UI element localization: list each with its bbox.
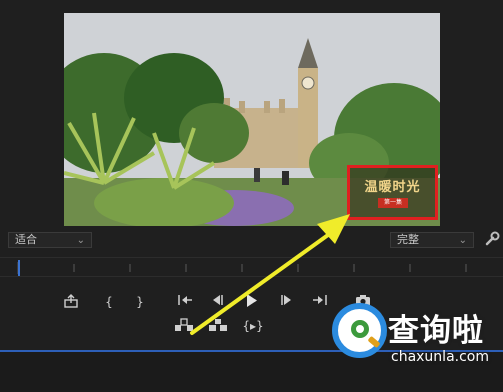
playhead[interactable]	[18, 260, 20, 276]
go-to-in-icon	[176, 294, 194, 306]
overlay-title-text: 温暖时光	[364, 180, 421, 195]
watermark-domain: chaxunla.com	[391, 349, 489, 365]
mark-out-icon: }	[136, 295, 144, 309]
watermark-logo	[332, 303, 387, 358]
chevron-down-icon: ⌄	[76, 235, 85, 246]
export-frame-icon	[62, 294, 80, 308]
insert-button[interactable]: {▸}	[242, 318, 264, 334]
watermark: 查询啦 chaxunla.com	[322, 297, 503, 372]
ruler-ticks	[17, 262, 467, 274]
step-back-icon	[208, 294, 226, 306]
step-forward-button[interactable]	[278, 294, 296, 310]
go-to-in-button[interactable]	[176, 294, 194, 310]
zoom-level-select[interactable]: 适合 ⌄	[8, 232, 92, 248]
playback-resolution-value: 完整	[397, 233, 419, 246]
zoom-level-value: 适合	[15, 233, 37, 246]
play-icon	[243, 294, 261, 307]
timeline-ruler[interactable]	[0, 257, 503, 277]
lift-button[interactable]	[173, 318, 195, 334]
watermark-title: 查询啦	[388, 313, 484, 349]
wrench-icon[interactable]	[484, 231, 500, 247]
step-forward-icon	[278, 294, 296, 306]
play-button[interactable]	[243, 294, 261, 310]
lift-icon	[173, 318, 195, 332]
mark-in-button[interactable]: {	[103, 294, 115, 310]
mark-out-button[interactable]: }	[134, 294, 146, 310]
extract-button[interactable]	[207, 318, 229, 334]
overlay-badge: 第一集	[378, 198, 408, 208]
insert-icon: {▸}	[242, 319, 264, 333]
playback-resolution-select[interactable]: 完整 ⌄	[390, 232, 474, 248]
extract-icon	[207, 318, 229, 332]
title-overlay-highlight: 温暖时光 第一集	[347, 165, 438, 220]
step-back-button[interactable]	[208, 294, 226, 310]
mark-in-icon: {	[105, 295, 113, 309]
export-frame-button[interactable]	[62, 294, 80, 310]
chevron-down-icon: ⌄	[458, 235, 467, 246]
program-monitor: 温暖时光 第一集	[0, 0, 503, 230]
